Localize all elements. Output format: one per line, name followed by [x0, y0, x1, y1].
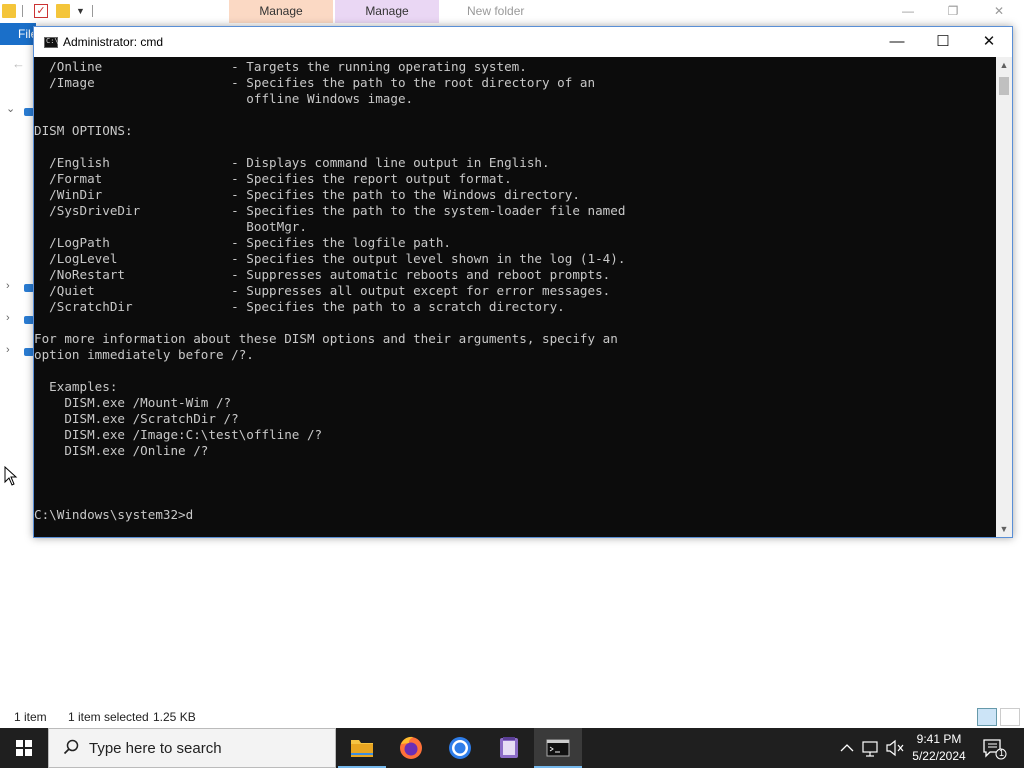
terminal-line: DISM.exe /ScratchDir /?	[34, 411, 239, 426]
terminal-line: /LogPath - Specifies the logfile path.	[34, 235, 452, 250]
terminal-line: /Format - Specifies the report output fo…	[34, 171, 512, 186]
terminal-line: DISM.exe /Online /?	[34, 443, 209, 458]
explorer-close-button[interactable]: ✕	[984, 2, 1014, 20]
details-view-button[interactable]	[977, 708, 997, 726]
terminal-line: /Online - Targets the running operating …	[34, 59, 527, 74]
firefox-icon	[400, 736, 422, 759]
scroll-up-icon[interactable]: ▲	[996, 57, 1012, 73]
terminal-line: /LogLevel - Specifies the output level s…	[34, 251, 626, 266]
search-placeholder: Type here to search	[89, 740, 222, 757]
clock-time: 9:41 PM	[916, 732, 962, 746]
terminal-line: /Quiet - Suppresses all output except fo…	[34, 283, 611, 298]
terminal-line: DISM OPTIONS:	[34, 123, 133, 138]
windows-logo-icon	[16, 740, 32, 756]
show-hidden-icons-icon[interactable]	[838, 728, 856, 768]
explorer-restore-button[interactable]: ❐	[938, 2, 968, 20]
terminal-line: /ScratchDir - Specifies the path to a sc…	[34, 299, 565, 314]
back-arrow-icon[interactable]: ←	[12, 56, 25, 71]
cmd-titlebar[interactable]: Administrator: cmd — ☐ ✕	[34, 27, 1012, 57]
close-button[interactable]: ✕	[966, 27, 1012, 57]
terminal-line: /SysDriveDir - Specifies the path to the…	[34, 203, 626, 218]
tab-manage-drive[interactable]: Manage	[229, 0, 333, 23]
ribbon-file-tab[interactable]: File	[0, 23, 37, 45]
selection-size: 1.25 KB	[153, 710, 196, 724]
terminal-line: For more information about these DISM op…	[34, 331, 618, 346]
system-clock[interactable]: 9:41 PM 5/22/2024	[904, 731, 974, 765]
item-count: 1 item	[14, 710, 47, 724]
terminal-line: /English - Displays command line output …	[34, 155, 550, 170]
chevron-right-icon[interactable]: ›	[6, 312, 10, 324]
customize-toolbar-icon[interactable]: ▼	[76, 6, 85, 16]
start-button[interactable]	[0, 728, 48, 768]
chevron-down-icon[interactable]: ⌄	[6, 102, 15, 115]
terminal-line: Examples:	[34, 379, 118, 394]
terminal-line: DISM.exe /Mount-Wim /?	[34, 395, 232, 410]
taskbar: Type here to search 9:41 PM 5/22/2024 1	[0, 728, 1024, 768]
terminal-line: C:\Windows\system32>d	[34, 507, 194, 522]
explorer-status-bar: 1 item 1 item selected 1.25 KB	[0, 706, 1024, 728]
clock-date: 5/22/2024	[912, 749, 966, 763]
terminal-line: /WinDir - Specifies the path to the Wind…	[34, 187, 580, 202]
large-icons-view-button[interactable]	[1000, 708, 1020, 726]
terminal-output[interactable]: /Online - Targets the running operating …	[34, 57, 996, 537]
terminal-line: option immediately before /?.	[34, 347, 254, 362]
action-center-button[interactable]: 1	[978, 736, 1008, 760]
notification-count: 1	[998, 748, 1004, 758]
network-status-icon[interactable]	[860, 728, 882, 768]
cmd-app-icon[interactable]	[44, 37, 59, 48]
explorer-titlebar: ✓ ▼ Manage Manage New folder — ❐ ✕	[0, 0, 1024, 23]
toolbar-divider	[22, 5, 23, 17]
scrollbar-thumb[interactable]	[999, 77, 1009, 95]
terminal-line: DISM.exe /Image:C:\test\offline /?	[34, 427, 323, 442]
notepad-taskbar-button[interactable]	[485, 728, 533, 768]
mouse-pointer-icon	[4, 466, 18, 486]
cmd-taskbar-button[interactable]	[534, 728, 582, 768]
taskbar-search-box[interactable]: Type here to search	[48, 728, 336, 768]
selection-status: 1 item selected	[68, 710, 149, 724]
maximize-button[interactable]: ☐	[920, 27, 966, 57]
notepad-app-icon	[500, 737, 518, 758]
chrome-icon	[449, 737, 471, 759]
cmd-window[interactable]: Administrator: cmd — ☐ ✕ /Online - Targe…	[33, 26, 1013, 538]
file-explorer-icon	[351, 740, 373, 757]
search-icon	[63, 739, 79, 755]
chevron-right-icon[interactable]: ›	[6, 344, 10, 356]
chrome-taskbar-button[interactable]	[436, 728, 484, 768]
chevron-right-icon[interactable]: ›	[6, 280, 10, 292]
terminal-line: offline Windows image.	[34, 91, 414, 106]
explorer-window-title: New folder	[467, 4, 525, 18]
minimize-button[interactable]: —	[874, 27, 920, 57]
cmd-window-title: Administrator: cmd	[63, 35, 164, 49]
command-prompt-icon	[546, 739, 570, 757]
volume-muted-icon[interactable]	[884, 728, 906, 768]
terminal-line: /Image - Specifies the path to the root …	[34, 75, 596, 90]
explorer-minimize-button[interactable]: —	[893, 2, 923, 20]
vertical-scrollbar[interactable]: ▲ ▼	[996, 57, 1012, 537]
toolbar-divider	[92, 5, 93, 17]
terminal-line: BootMgr.	[34, 219, 307, 234]
new-folder-icon[interactable]	[56, 4, 70, 18]
file-explorer-taskbar-button[interactable]	[338, 728, 386, 768]
firefox-taskbar-button[interactable]	[387, 728, 435, 768]
tab-manage-app[interactable]: Manage	[335, 0, 439, 23]
folder-icon[interactable]	[2, 4, 16, 18]
properties-icon[interactable]: ✓	[34, 4, 48, 18]
scroll-down-icon[interactable]: ▼	[996, 521, 1012, 537]
terminal-line: /NoRestart - Suppresses automatic reboot…	[34, 267, 611, 282]
